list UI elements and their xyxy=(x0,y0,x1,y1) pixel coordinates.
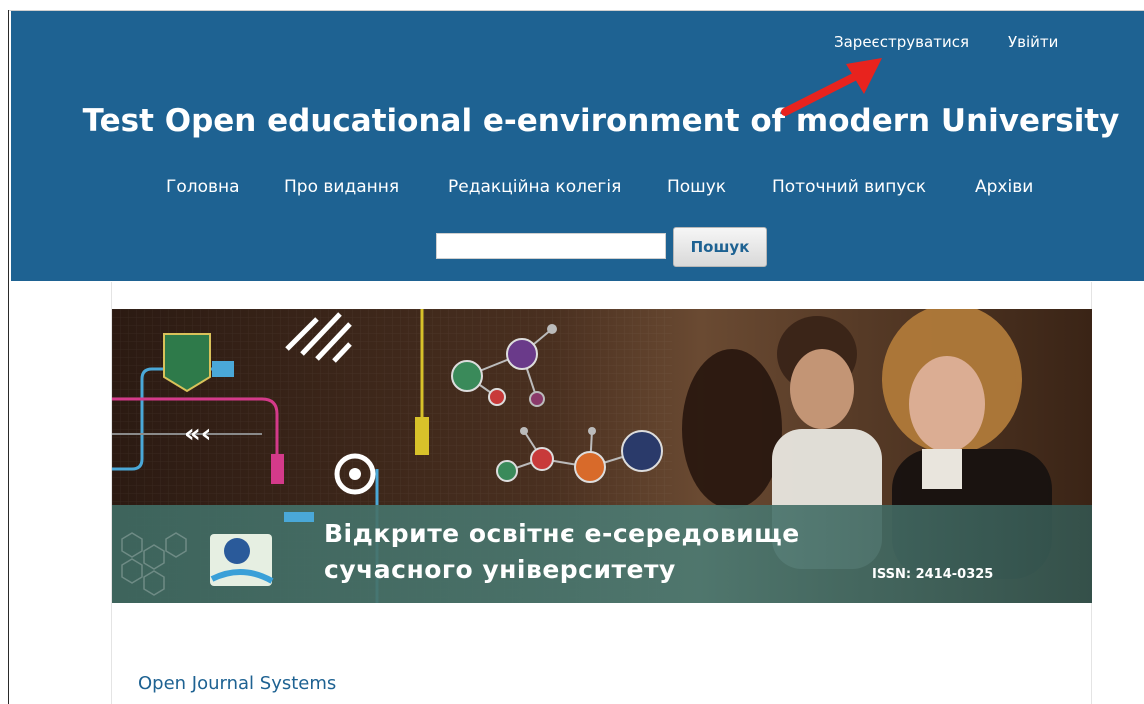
banner-title-line1: Відкрите освітнє е-середовище xyxy=(324,519,800,548)
banner-issn: ISSN: 2414-0325 xyxy=(872,567,994,582)
nav-item-home[interactable]: Головна xyxy=(166,177,240,197)
ojs-link[interactable]: Open Journal Systems xyxy=(138,673,336,694)
nav-item-about[interactable]: Про видання xyxy=(284,177,399,197)
svg-text:«‹: «‹ xyxy=(184,419,212,449)
site-header: Зареєструватися Увійти Test Open educati… xyxy=(11,11,1144,281)
red-arrow-annotation xyxy=(781,58,882,116)
nav-item-current-issue[interactable]: Поточний випуск xyxy=(772,177,926,197)
nav-item-archives[interactable]: Архіви xyxy=(975,177,1033,197)
nav-item-editorial-board[interactable]: Редакційна колегія xyxy=(448,177,621,197)
banner-title-line2: сучасного університету xyxy=(324,555,676,584)
window-frame-left xyxy=(8,10,9,704)
site-title: Test Open educational e-environment of m… xyxy=(82,103,1120,139)
search-button[interactable]: Пошук xyxy=(673,227,767,267)
journal-banner: «‹ Відкрите освітнє е-середовище сучасно… xyxy=(112,309,1092,603)
register-link[interactable]: Зареєструватися xyxy=(834,33,969,51)
login-link[interactable]: Увійти xyxy=(1008,33,1058,51)
nav-item-search[interactable]: Пошук xyxy=(667,177,726,197)
search-input[interactable] xyxy=(436,233,666,259)
